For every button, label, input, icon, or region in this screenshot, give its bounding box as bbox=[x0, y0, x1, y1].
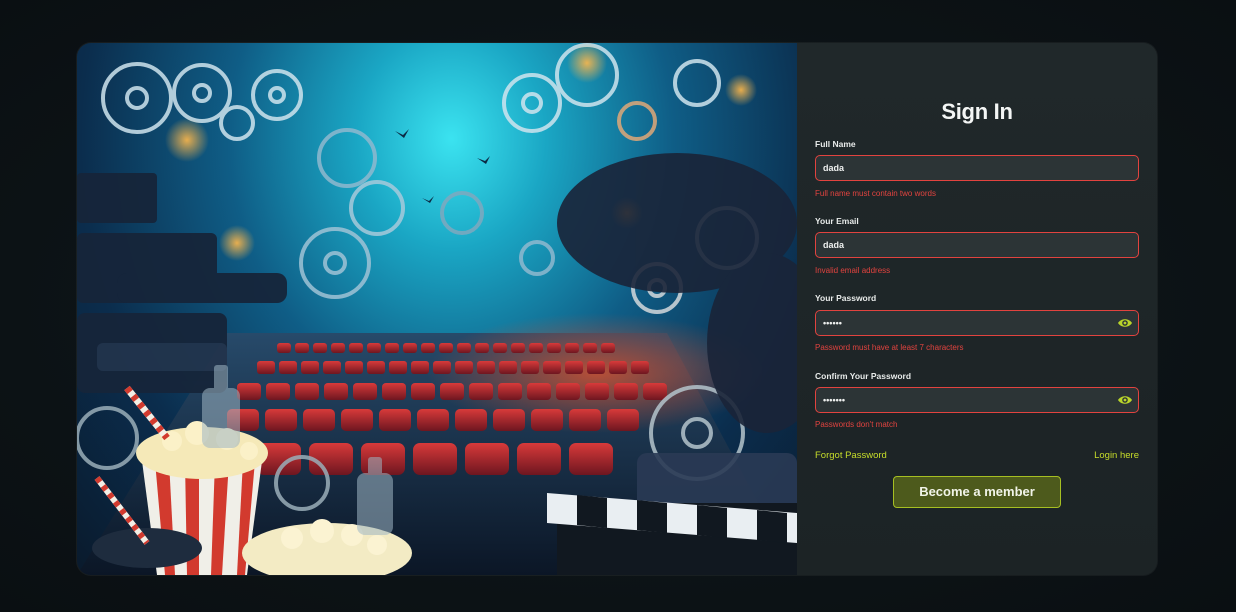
email-error: Invalid email address bbox=[815, 266, 891, 275]
password-field[interactable]: •••••• bbox=[815, 310, 1139, 336]
confirm-password-field[interactable]: ••••••• bbox=[815, 387, 1139, 413]
clapperboard bbox=[547, 493, 797, 575]
password-error: Password must have at least 7 characters bbox=[815, 343, 964, 352]
cinema-illustration bbox=[77, 43, 797, 575]
confirm-password-value[interactable]: ••••••• bbox=[823, 395, 845, 405]
birds bbox=[395, 129, 490, 203]
form-title: Sign In bbox=[941, 99, 1013, 124]
email-field[interactable] bbox=[815, 232, 1139, 258]
full-name-error: Full name must contain two words bbox=[815, 189, 936, 198]
eye-icon[interactable] bbox=[1117, 316, 1133, 330]
full-name-field[interactable] bbox=[815, 155, 1139, 181]
login-here-link[interactable]: Login here bbox=[1094, 450, 1139, 461]
signin-card: Sign In Full Name Full name must contain… bbox=[77, 43, 1157, 575]
email-input[interactable] bbox=[823, 240, 1103, 250]
confirm-password-error: Passwords don't match bbox=[815, 420, 898, 429]
full-name-input[interactable] bbox=[823, 163, 1103, 173]
eye-icon[interactable] bbox=[1117, 393, 1133, 407]
password-value[interactable]: •••••• bbox=[823, 318, 842, 328]
confirm-password-label: Confirm Your Password bbox=[815, 371, 912, 381]
cinema-artwork bbox=[77, 43, 797, 575]
password-label: Your Password bbox=[815, 293, 877, 303]
become-member-button[interactable]: Become a member bbox=[893, 476, 1061, 508]
full-name-label: Full Name bbox=[815, 139, 856, 149]
forgot-password-link[interactable]: Forgot Password bbox=[815, 450, 887, 461]
signin-form: Sign In Full Name Full name must contain… bbox=[797, 43, 1157, 575]
email-label: Your Email bbox=[815, 216, 859, 226]
